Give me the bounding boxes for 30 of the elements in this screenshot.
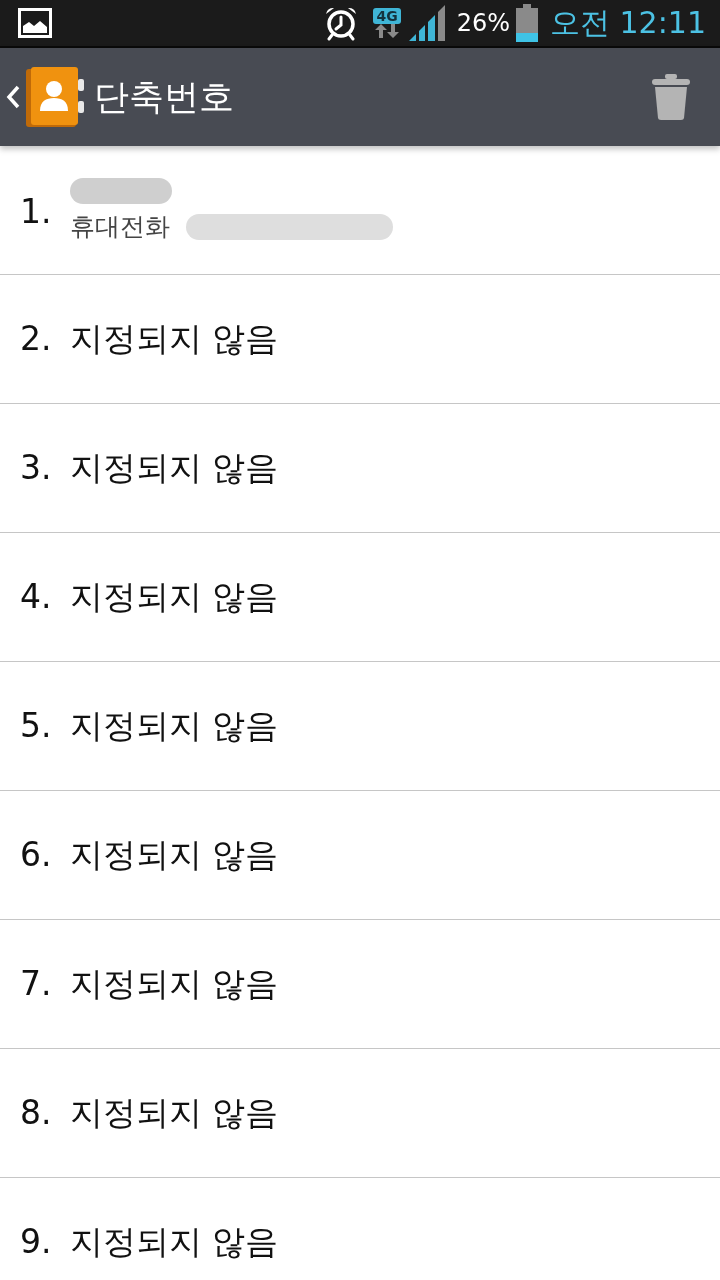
chevron-left-icon <box>6 85 20 109</box>
unassigned-label: 지정되지 않음 <box>70 1222 279 1262</box>
speed-dial-number: 2. <box>20 319 53 359</box>
clock-time: 오전 12:11 <box>550 5 706 41</box>
battery-percent: 26% <box>456 8 510 38</box>
unassigned-label: 지정되지 않음 <box>70 835 279 875</box>
contact-book-icon <box>26 67 84 127</box>
picture-icon <box>18 8 52 38</box>
speed-dial-number: 1. <box>20 192 53 232</box>
unassigned-label: 지정되지 않음 <box>70 706 279 746</box>
unassigned-label: 지정되지 않음 <box>70 319 279 359</box>
speed-dial-number: 9. <box>20 1222 53 1262</box>
speed-dial-number: 5. <box>20 706 53 746</box>
speed-dial-number: 6. <box>20 835 53 875</box>
network-type-label: 4G <box>373 8 401 24</box>
signal-icon <box>408 5 447 41</box>
unassigned-label: 지정되지 않음 <box>70 964 279 1004</box>
header-title: 단축번호 <box>94 76 234 118</box>
speed-dial-number: 4. <box>20 577 53 617</box>
speed-dial-number: 7. <box>20 964 53 1004</box>
speed-dial-number: 8. <box>20 1093 53 1133</box>
delete-button[interactable] <box>652 74 690 120</box>
battery-icon <box>516 4 538 42</box>
unassigned-label: 지정되지 않음 <box>70 1093 279 1133</box>
speed-dial-number: 3. <box>20 448 53 488</box>
phone-type-label: 휴대전화 <box>70 212 170 242</box>
unassigned-label: 지정되지 않음 <box>70 448 279 488</box>
trash-icon <box>652 74 690 120</box>
data-arrows-icon <box>374 24 401 38</box>
unassigned-label: 지정되지 않음 <box>70 577 279 617</box>
